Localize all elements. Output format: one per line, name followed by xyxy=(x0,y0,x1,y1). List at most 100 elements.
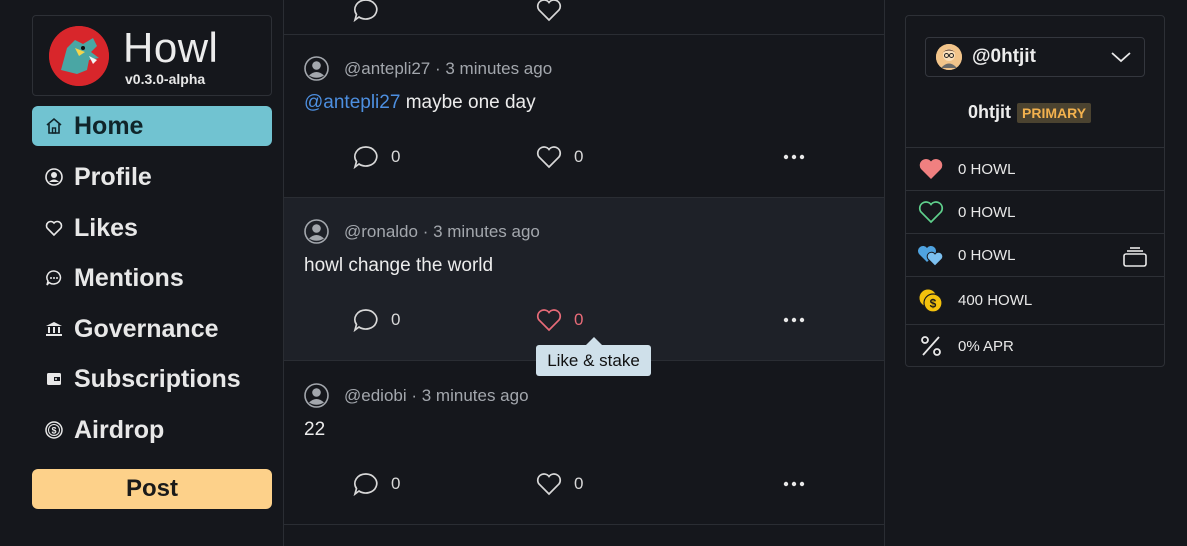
post-mention[interactable]: @antepli27 xyxy=(304,92,400,113)
comment-icon xyxy=(353,145,379,169)
post-body: 22 xyxy=(304,419,325,441)
heart-icon xyxy=(536,308,562,332)
reply-count: 0 xyxy=(391,474,401,493)
reply-button[interactable]: 0 xyxy=(353,308,400,332)
more-dots-icon xyxy=(782,474,806,494)
wallet-row-liked: 0 HOWL xyxy=(906,147,1164,190)
reply-count: 0 xyxy=(391,147,401,166)
post-author[interactable]: @antepli27 xyxy=(344,59,430,78)
feed-post[interactable]: @ediobi · 3 minutes ago 22 0 0 xyxy=(284,362,884,525)
post-body: howl change the world xyxy=(304,255,493,277)
avatar-icon[interactable] xyxy=(304,56,329,81)
comment-icon xyxy=(353,0,379,22)
wallet-row-balance: $ 400 HOWL xyxy=(906,276,1164,324)
app-title: Howl xyxy=(123,24,219,71)
post-time: 3 minutes ago xyxy=(445,59,553,78)
wallet-row-staked: 0 HOWL xyxy=(906,233,1164,276)
like-button[interactable]: 0 xyxy=(536,145,583,169)
post-button[interactable]: Post xyxy=(32,469,272,509)
more-dots-icon xyxy=(782,147,806,167)
more-button[interactable] xyxy=(782,474,806,494)
nav-label: Airdrop xyxy=(74,415,165,444)
comment-icon xyxy=(353,472,379,496)
more-button[interactable] xyxy=(782,147,806,167)
primary-badge: PRIMARY xyxy=(1017,102,1092,123)
nav-subscriptions[interactable]: Subscriptions xyxy=(32,359,272,399)
chat-bubble-icon xyxy=(44,268,64,288)
svg-text:$: $ xyxy=(51,426,56,436)
nav-label: Profile xyxy=(74,162,152,191)
reply-button[interactable]: 0 xyxy=(353,145,400,169)
like-count: 0 xyxy=(574,474,584,493)
avatar-icon[interactable] xyxy=(304,219,329,244)
like-count: 0 xyxy=(574,310,584,329)
bank-icon xyxy=(44,319,64,339)
feed-post[interactable] xyxy=(284,0,884,35)
post-time: 3 minutes ago xyxy=(433,222,540,241)
user-circle-icon xyxy=(44,167,64,187)
account-select[interactable]: @0htjit xyxy=(925,37,1145,77)
like-tooltip: Like & stake xyxy=(536,337,651,376)
post-author[interactable]: @ronaldo xyxy=(344,222,418,241)
account-name: 0htjit xyxy=(968,102,1011,122)
howl-logo-icon xyxy=(49,26,109,86)
wallet-row-likes-received: 0 HOWL xyxy=(906,190,1164,233)
like-button[interactable]: 0 xyxy=(536,308,583,332)
feed: @antepli27 · 3 minutes ago @antepli27 ma… xyxy=(284,0,885,546)
post-text: 22 xyxy=(304,419,326,440)
reply-count: 0 xyxy=(391,310,401,329)
post-text: maybe one day xyxy=(405,92,536,113)
nav-label: Home xyxy=(74,111,144,140)
reply-button[interactable] xyxy=(353,0,379,22)
wallet-value: 0 HOWL xyxy=(958,246,1016,264)
sidebar: Howl v0.3.0-alpha Home Profile Likes Men… xyxy=(0,0,284,546)
nav-home[interactable]: Home xyxy=(32,106,272,146)
heart-icon xyxy=(44,218,64,238)
more-dots-icon xyxy=(782,310,806,330)
post-body: @antepli27 maybe one day xyxy=(304,92,536,114)
wallet-icon xyxy=(44,369,64,389)
wallet-value: 0 HOWL xyxy=(958,203,1016,221)
account-handle: @0htjit xyxy=(972,46,1036,67)
feed-post[interactable]: @ronaldo · 3 minutes ago howl change the… xyxy=(284,198,884,361)
wallet-row-apr: 0% APR xyxy=(906,324,1164,367)
feed-post[interactable]: @antepli27 · 3 minutes ago @antepli27 ma… xyxy=(284,35,884,198)
like-count: 0 xyxy=(574,147,584,166)
post-text: howl change the world xyxy=(304,255,494,276)
nav-profile[interactable]: Profile xyxy=(32,157,272,197)
heart-icon xyxy=(536,145,562,169)
wallet-value: 400 HOWL xyxy=(958,292,1033,309)
like-button[interactable]: 0 xyxy=(536,472,583,496)
home-icon xyxy=(44,116,64,136)
stack-icon[interactable] xyxy=(1122,246,1148,268)
wallet-value: 0 HOWL xyxy=(958,160,1016,178)
nav-label: Mentions xyxy=(74,263,184,292)
post-meta: @ediobi · 3 minutes ago xyxy=(344,386,529,405)
nav-label: Subscriptions xyxy=(74,364,241,393)
account-avatar xyxy=(936,44,962,70)
post-time: 3 minutes ago xyxy=(421,386,529,405)
heart-icon xyxy=(536,472,562,496)
nav-likes[interactable]: Likes xyxy=(32,208,272,248)
coins-icon: $ xyxy=(917,287,945,315)
reply-button[interactable]: 0 xyxy=(353,472,400,496)
like-button[interactable] xyxy=(536,0,562,22)
nav-mentions[interactable]: Mentions xyxy=(32,258,272,298)
chevron-down-icon xyxy=(1110,48,1132,66)
app-version: v0.3.0-alpha xyxy=(125,71,206,87)
post-author[interactable]: @ediobi xyxy=(344,386,407,405)
brand-card[interactable]: Howl v0.3.0-alpha xyxy=(32,15,272,96)
nav-label: Likes xyxy=(74,213,138,242)
post-meta: @ronaldo · 3 minutes ago xyxy=(344,222,540,241)
nav-airdrop[interactable]: $ Airdrop xyxy=(32,410,272,450)
avatar-icon[interactable] xyxy=(304,383,329,408)
nav-governance[interactable]: Governance xyxy=(32,309,272,349)
percent-icon xyxy=(917,332,945,360)
wallet-value: 0% APR xyxy=(958,337,1014,355)
comment-icon xyxy=(353,308,379,332)
more-button[interactable] xyxy=(782,310,806,330)
account-name-row: 0htjit PRIMARY xyxy=(968,102,1092,123)
heart-icon xyxy=(536,0,562,22)
svg-text:$: $ xyxy=(930,296,937,310)
wallet-panel: @0htjit 0htjit PRIMARY 0 HOWL 0 HOWL 0 H… xyxy=(905,15,1165,367)
